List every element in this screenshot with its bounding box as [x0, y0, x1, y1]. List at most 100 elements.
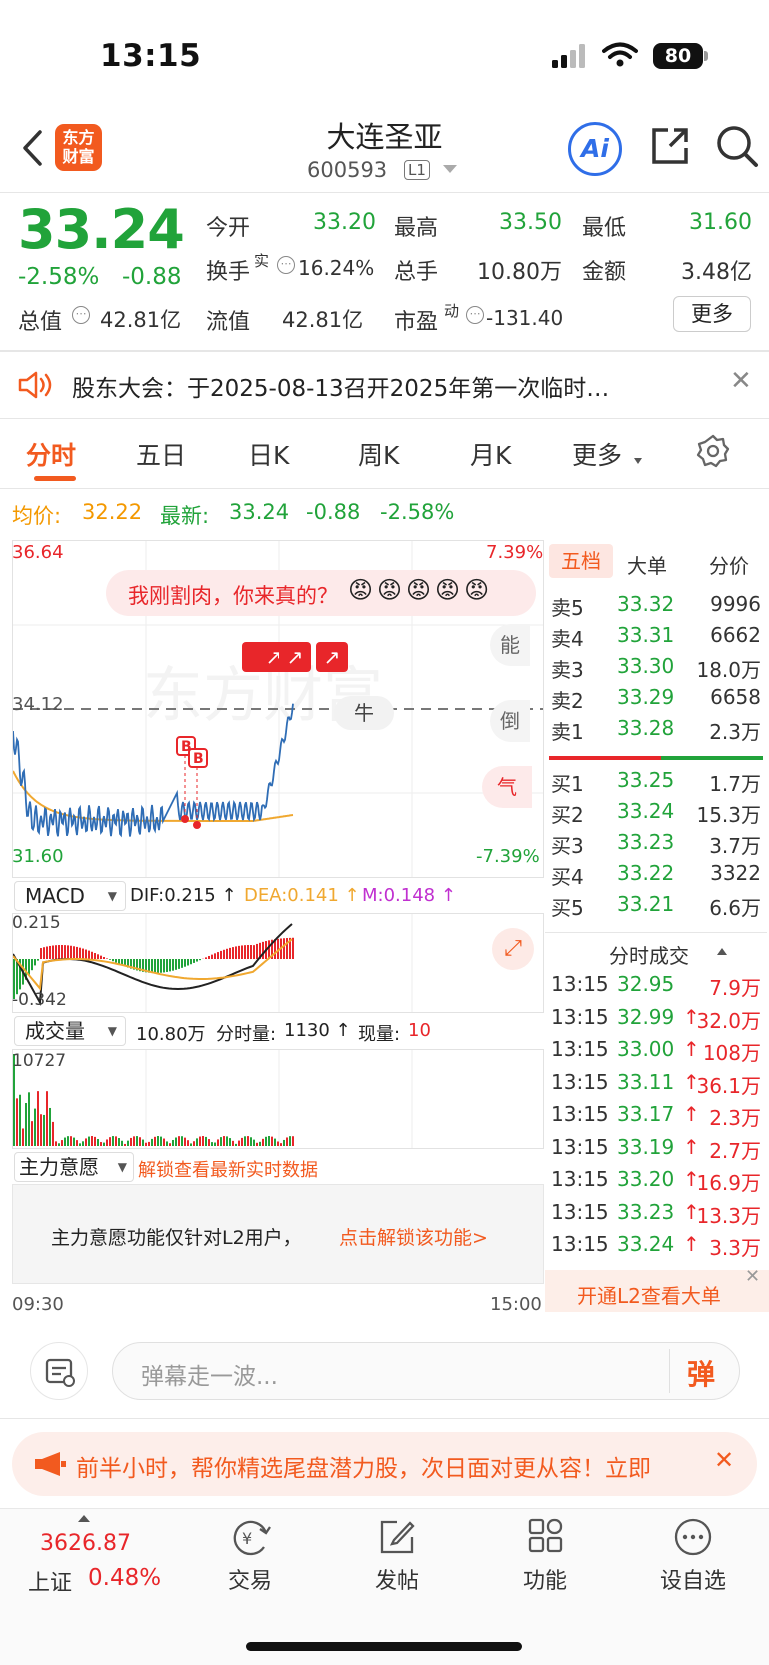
tab-price-dist[interactable]: 分价: [709, 550, 749, 579]
buy-level-row[interactable]: 买1 33.25 1.7万: [545, 768, 767, 800]
expand-icon[interactable]: ⤢: [492, 928, 534, 970]
volume-bar: [190, 1143, 192, 1146]
open-label: 今开: [206, 216, 251, 241]
share-icon[interactable]: [648, 124, 692, 168]
volume-bar: [166, 1141, 168, 1146]
latest-value: 33.24: [229, 500, 290, 524]
index-pct[interactable]: 0.48%: [88, 1565, 161, 1591]
divider: [669, 1349, 670, 1393]
promo-banner[interactable]: 前半小时，帮你精选尾盘潜力股，次日面对更从容！立即 ✕: [12, 1432, 757, 1496]
volume-bar: [34, 1108, 36, 1146]
info-icon[interactable]: ⋯: [466, 306, 484, 324]
level-price: 33.21: [617, 892, 675, 916]
macd-bar: [208, 955, 210, 959]
danmu-input[interactable]: 弹幕走一波... 弹: [112, 1342, 740, 1400]
danmu-side-1[interactable]: 能: [490, 624, 530, 666]
main-force-unlock[interactable]: 解锁查看最新实时数据: [138, 1156, 318, 1182]
tick-price: 33.20: [617, 1167, 675, 1191]
danmu-side-3[interactable]: 气: [482, 766, 532, 808]
macd-bar: [40, 948, 42, 959]
gear-icon[interactable]: [696, 434, 730, 468]
search-icon[interactable]: [715, 124, 759, 168]
price-summary-line: 均价: 32.22 最新: 33.24 -0.88 -2.58%: [0, 488, 769, 528]
buy-level-row[interactable]: 买3 33.23 3.7万: [545, 830, 767, 862]
close-icon[interactable]: ✕: [745, 1266, 760, 1287]
volume-bar: [181, 1136, 183, 1146]
volume-minute: 1130 ↑: [284, 1020, 351, 1041]
volume-bar: [196, 1138, 198, 1146]
tab-weekly-k[interactable]: 周K: [358, 436, 399, 472]
level-volume: 3.7万: [709, 834, 761, 858]
promo-text[interactable]: 前半小时，帮你精选尾盘潜力股，次日面对更从容！立即: [76, 1449, 674, 1483]
notice-text[interactable]: 股东大会：于2025-08-13召开2025年第一次临时…: [72, 369, 609, 403]
macd-bar: [37, 959, 39, 961]
volume-bar: [292, 1136, 294, 1146]
volume-chart[interactable]: [12, 1049, 544, 1149]
tab-intraday[interactable]: 分时: [26, 436, 76, 472]
l2-upgrade-banner[interactable]: 开通L2查看大单 ✕: [545, 1266, 769, 1312]
l2-upgrade-text[interactable]: 开通L2查看大单: [577, 1280, 721, 1309]
battery-icon: 80: [653, 43, 703, 69]
active-tab-indicator: [34, 476, 76, 481]
volume-bar: [115, 1136, 117, 1146]
sell-level-row[interactable]: 卖1 33.28 2.3万: [545, 716, 767, 748]
main-force-unlock-link[interactable]: 点击解锁该功能>: [339, 1223, 488, 1250]
tab-5day[interactable]: 五日: [136, 436, 186, 472]
macd-bar: [31, 959, 33, 971]
nav-watchlist[interactable]: 设自选: [643, 1517, 743, 1627]
nav-trade[interactable]: ¥ 交易: [200, 1517, 300, 1627]
index-value[interactable]: 3626.87: [40, 1531, 131, 1556]
tick-direction: ↑: [683, 1102, 700, 1126]
macd-bar: [205, 957, 207, 959]
status-bar: 13:15 80: [0, 0, 769, 110]
macd-bar: [163, 959, 165, 973]
buy-level-row[interactable]: 买5 33.21 6.6万: [545, 892, 767, 924]
close-icon[interactable]: ✕: [714, 1446, 734, 1474]
danmu-side-2[interactable]: 倒: [490, 700, 530, 742]
main-force-selector[interactable]: 主力意愿 ▼: [14, 1152, 134, 1182]
ai-assistant-button[interactable]: Ai: [568, 122, 622, 176]
danmu-send-button[interactable]: 弹: [687, 1353, 715, 1393]
macd-bar: [247, 945, 249, 959]
quote-panel: 33.24 -2.58% -0.88 今开 33.20 最高 33.50 最低 …: [0, 192, 769, 352]
info-icon[interactable]: ⋯: [72, 306, 90, 324]
notice-bar[interactable]: 股东大会：于2025-08-13召开2025年第一次临时… ✕: [0, 352, 769, 418]
tick-time: 13:15: [551, 1232, 609, 1256]
danmu-settings-icon[interactable]: [30, 1342, 88, 1400]
nav-functions[interactable]: 功能: [495, 1517, 595, 1627]
ticks-title[interactable]: 分时成交: [609, 940, 689, 969]
level-label: 卖1: [551, 720, 584, 744]
nav-post[interactable]: 发帖: [347, 1517, 447, 1627]
info-icon[interactable]: ⋯: [277, 256, 295, 274]
tick-price: 33.24: [617, 1232, 675, 1256]
danmu-bull[interactable]: 牛: [334, 696, 394, 730]
sell-level-row[interactable]: 卖3 33.30 18.0万: [545, 654, 767, 686]
sell-level-row[interactable]: 卖2 33.29 6658: [545, 685, 767, 717]
avg-label: 均价:: [12, 504, 62, 528]
index-name[interactable]: 上证: [28, 1565, 72, 1597]
macd-bar: [34, 959, 36, 966]
macd-bar: [190, 959, 192, 965]
tab-daily-k[interactable]: 日K: [248, 436, 289, 472]
volume-selector[interactable]: 成交量 ▼: [14, 1016, 126, 1046]
tab-more[interactable]: 更多: [572, 436, 622, 472]
more-button[interactable]: 更多: [673, 296, 751, 332]
buy-level-row[interactable]: 买4 33.22 3322: [545, 861, 767, 893]
macd-bar: [250, 945, 252, 959]
volume-bar: [130, 1137, 132, 1146]
chevron-down-icon[interactable]: [443, 165, 457, 173]
tab-level5[interactable]: 五档: [549, 544, 613, 578]
sell-level-row[interactable]: 卖5 33.32 9996: [545, 592, 767, 624]
svg-text:¥: ¥: [242, 1529, 252, 1548]
macd-chart[interactable]: [12, 913, 544, 1013]
sell-level-row[interactable]: 卖4 33.31 6662: [545, 623, 767, 655]
volume-bar: [28, 1092, 30, 1146]
level-price: 33.31: [617, 623, 675, 647]
macd-selector[interactable]: MACD ▼: [14, 881, 126, 911]
tab-monthly-k[interactable]: 月K: [470, 436, 511, 472]
danmu-bubble[interactable]: 我刚割肉，你来真的？ 😡😡😡😡😡: [106, 570, 536, 616]
close-icon[interactable]: ✕: [730, 366, 752, 396]
buy-level-row[interactable]: 买2 33.24 15.3万: [545, 799, 767, 831]
macd-bar: [268, 940, 270, 959]
tab-big-orders[interactable]: 大单: [627, 550, 667, 579]
